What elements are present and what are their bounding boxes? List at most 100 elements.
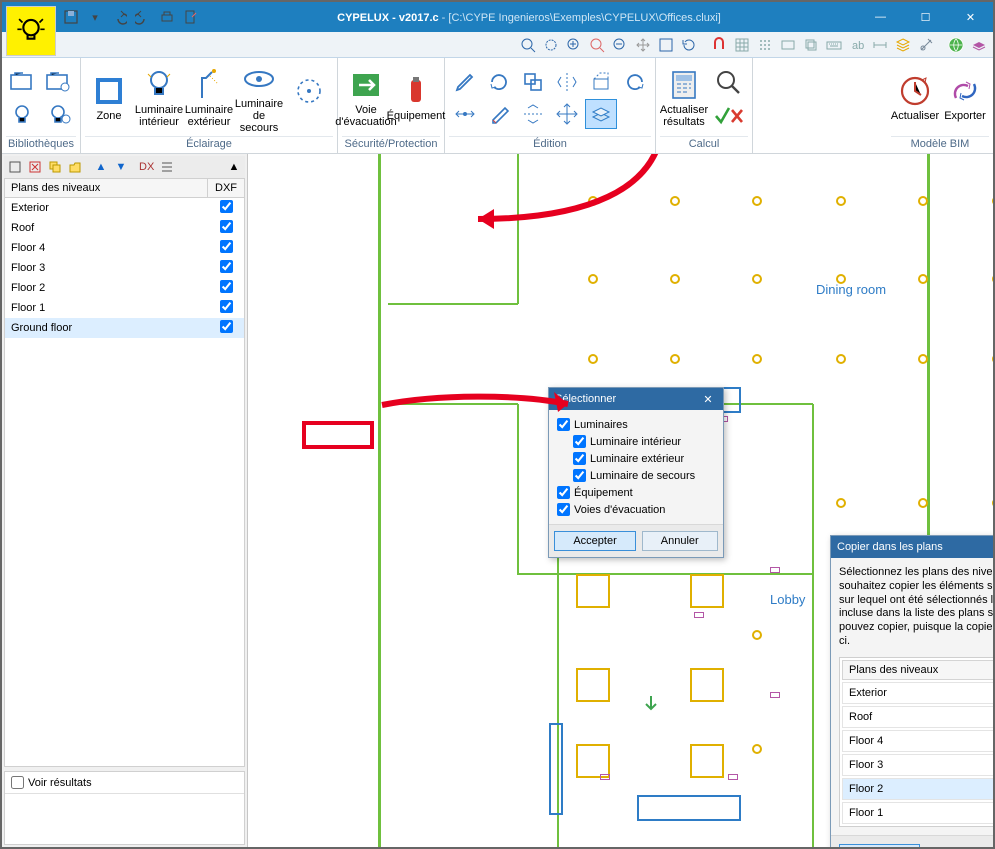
chk-lum-int[interactable] [573,435,586,448]
copy-accept-button[interactable]: Accepter [839,844,920,848]
level-row[interactable]: Floor 2 [5,278,244,298]
copy-row[interactable]: Floor 1 [842,802,993,824]
lib-folder-1-icon[interactable] [6,67,38,97]
layers-2-icon[interactable] [801,35,821,55]
level-dxf-checkbox[interactable] [220,260,233,273]
equipement-button[interactable]: Équipement [392,72,440,124]
layers-1-icon[interactable] [778,35,798,55]
edit-move-all-icon[interactable] [551,99,583,129]
copy-row[interactable]: Floor 2 [842,778,993,800]
select-accept-button[interactable]: Accepter [554,531,635,551]
sb-open-icon[interactable] [66,158,84,176]
edit-erase-icon[interactable] [483,99,515,129]
keyboard-icon[interactable] [824,35,844,55]
edit-rotate-icon[interactable] [483,67,515,97]
level-row[interactable]: Floor 4 [5,238,244,258]
about-icon[interactable] [969,35,989,55]
redisplay-icon[interactable] [679,35,699,55]
eclairage-extra-button[interactable] [285,72,333,124]
loupe-icon[interactable] [710,66,748,100]
level-row[interactable]: Exterior [5,198,244,218]
level-dxf-checkbox[interactable] [220,300,233,313]
lib-folder-2-icon[interactable] [42,67,74,97]
copy-row[interactable]: Floor 3 [842,754,993,776]
luminaire-exterieur-button[interactable]: Luminaire extérieur [185,66,233,130]
sb-delete-icon[interactable] [26,158,44,176]
lib-bulb-2-icon[interactable] [42,99,74,129]
level-row[interactable]: Roof [5,218,244,238]
canvas[interactable]: Dining room Lobby Sélectionner ✕ Luminai… [248,154,993,847]
sb-dxf-icon[interactable]: DXF [138,158,156,176]
minimize-button[interactable]: — [858,3,903,31]
voir-resultats-checkbox[interactable] [11,776,24,789]
exporter-bim-button[interactable]: Exporter [941,72,989,124]
actualiser-bim-button[interactable]: Actualiser [891,72,939,124]
copy-row[interactable]: Roof [842,706,993,728]
level-dxf-checkbox[interactable] [220,200,233,213]
snap-icon[interactable] [709,35,729,55]
maximize-button[interactable]: ☐ [903,3,948,31]
chk-equip[interactable] [557,486,570,499]
zoom-previous-icon[interactable] [587,35,607,55]
chk-lum-ext[interactable] [573,452,586,465]
copy-row[interactable]: Exterior [842,682,993,704]
save-icon[interactable] [62,8,80,26]
text-icon[interactable]: ab [847,35,867,55]
copy-row[interactable]: Floor 4 [842,730,993,752]
fit-icon[interactable] [656,35,676,55]
export-page-icon[interactable] [182,8,200,26]
check-cross-icon[interactable] [710,102,748,130]
edit-rotate-right-icon[interactable] [619,67,651,97]
sb-collapse-icon[interactable]: ▲ [225,158,243,176]
actualiser-resultats-button[interactable]: Actualiser résultats [660,66,708,130]
help-icon[interactable] [946,35,966,55]
edit-move-h-icon[interactable] [449,99,481,129]
level-row[interactable]: Floor 1 [5,298,244,318]
level-row[interactable]: Floor 3 [5,258,244,278]
zoom-in-icon[interactable] [564,35,584,55]
select-dialog-close[interactable]: ✕ [699,390,717,408]
zone-button[interactable]: Zone [85,72,133,124]
edit-mirror-v-icon[interactable] [551,67,583,97]
sb-list-icon[interactable] [158,158,176,176]
redo-icon[interactable] [134,8,152,26]
chk-lum-sec[interactable] [573,469,586,482]
grid-on-icon[interactable] [732,35,752,55]
sb-up-icon[interactable]: ▲ [92,158,110,176]
level-dxf-checkbox[interactable] [220,240,233,253]
close-button[interactable]: ✕ [948,3,993,31]
zoom-out-icon[interactable] [610,35,630,55]
chk-luminaires[interactable] [557,418,570,431]
grid-dots-icon[interactable] [755,35,775,55]
zoom-extents-icon[interactable] [518,35,538,55]
select-cancel-button[interactable]: Annuler [642,531,718,551]
edit-copy-icon[interactable] [517,67,549,97]
voie-evacuation-button[interactable]: Voie d'évacuation [342,66,390,130]
select-dialog-title[interactable]: Sélectionner ✕ [549,388,723,410]
layers-icon[interactable] [893,35,913,55]
sb-copy-icon[interactable] [46,158,64,176]
luminaire-interieur-button[interactable]: Luminaire intérieur [135,66,183,130]
level-dxf-checkbox[interactable] [220,320,233,333]
svg-text:ab: ab [852,40,864,52]
print-icon[interactable] [158,8,176,26]
edit-scale-icon[interactable] [585,67,617,97]
edit-pencil-icon[interactable] [449,67,481,97]
lib-bulb-1-icon[interactable] [6,99,38,129]
edit-copy-plans-icon[interactable] [585,99,617,129]
luminaire-secours-button[interactable]: Luminaire de secours [235,60,283,136]
dimension-icon[interactable] [870,35,890,55]
level-row[interactable]: Ground floor [5,318,244,338]
edit-mirror-h-icon[interactable] [517,99,549,129]
sb-down-icon[interactable]: ▼ [112,158,130,176]
level-dxf-checkbox[interactable] [220,220,233,233]
dropdown-icon[interactable]: ▾ [86,8,104,26]
sb-new-icon[interactable] [6,158,24,176]
copy-dialog-title[interactable]: Copier dans les plans ✕ [831,536,993,558]
undo-icon[interactable] [110,8,128,26]
chk-voies[interactable] [557,503,570,516]
level-dxf-checkbox[interactable] [220,280,233,293]
pan-icon[interactable] [633,35,653,55]
settings-icon[interactable] [916,35,936,55]
zoom-window-icon[interactable] [541,35,561,55]
